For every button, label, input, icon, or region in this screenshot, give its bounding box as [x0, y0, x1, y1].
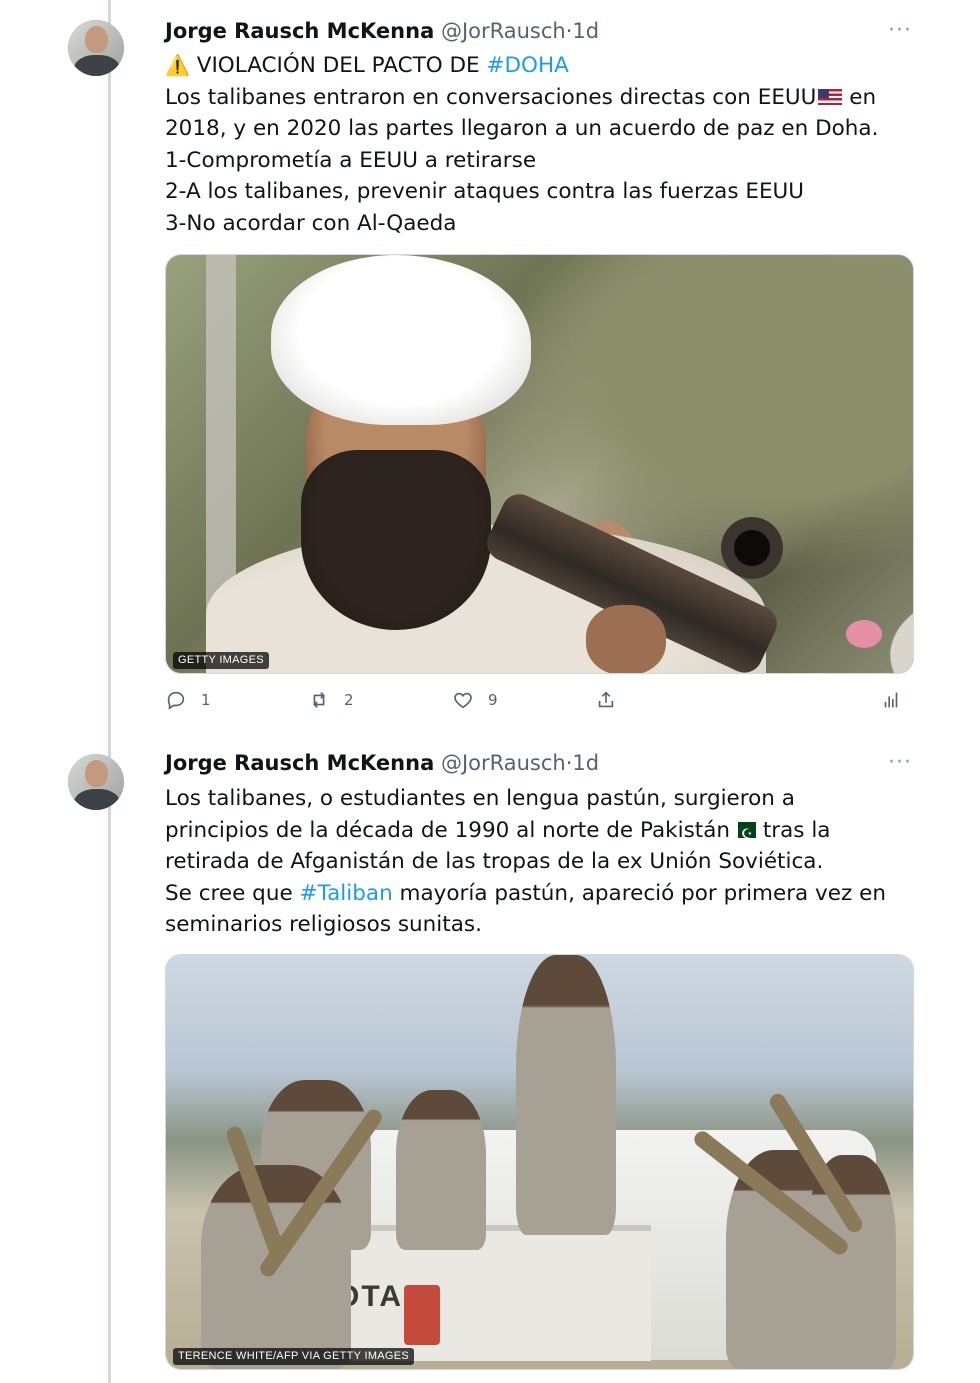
author-handle[interactable]: @JorRausch [441, 19, 566, 43]
text-line: retirada de Afganistán de las tropas de … [165, 849, 824, 874]
tweet-header: Jorge Rausch McKenna @JorRausch·1d [165, 750, 599, 776]
retweet-icon [313, 692, 325, 708]
tweet-2[interactable]: Jorge Rausch McKenna @JorRausch·1d ··· L… [0, 730, 980, 1383]
timestamp[interactable]: 1d [572, 19, 599, 43]
avatar[interactable] [68, 20, 124, 76]
text-line: Los talibanes, o estudiantes en lengua p… [165, 786, 795, 811]
pakistan-flag-icon [732, 819, 757, 850]
photo-credit: GETTY IMAGES [173, 652, 269, 669]
hashtag-link[interactable]: #Taliban [300, 881, 393, 906]
photo-fighter-with-rifle [166, 255, 913, 673]
author-handle[interactable]: @JorRausch [441, 751, 566, 775]
text-line: 1-Comprometía a EEUU a retirarse [165, 147, 537, 173]
tweet-photo[interactable]: OTA TERENCE WHITE/AFP VIA GETTY IMAGES [165, 954, 914, 1370]
text-line: 2-A los talibanes, prevenir ataques cont… [165, 179, 805, 204]
author-name[interactable]: Jorge Rausch McKenna [165, 19, 434, 43]
text-line: seminarios religiosos sunitas. [165, 912, 482, 937]
reply-count: 1 [201, 691, 211, 709]
like-button[interactable]: 9 [452, 685, 498, 715]
analytics-icon [884, 692, 898, 708]
tweet-actions: 1 2 9 [165, 685, 912, 715]
reply-icon [167, 691, 185, 710]
text-line: 3-No acordar con Al-Qaeda [165, 210, 457, 236]
headline-text: VIOLACIÓN DEL PACTO DE [196, 53, 487, 78]
reply-button[interactable]: 1 [165, 685, 211, 715]
tweet-1[interactable]: Jorge Rausch McKenna @JorRausch·1d ··· ⚠… [0, 0, 980, 730]
text-line: Los talibanes entraron en conversaciones… [165, 84, 817, 110]
text-line: principios de la década de 1990 al norte… [165, 817, 731, 843]
photo-fighters-on-truck: OTA [166, 955, 913, 1369]
tweet-text: Los talibanes, o estudiantes en lengua p… [165, 783, 925, 941]
heart-icon [454, 692, 472, 709]
warning-emoji: ⚠️ [165, 53, 190, 77]
tweet-photo[interactable]: GETTY IMAGES [165, 254, 914, 674]
text-line: Se cree que [165, 880, 300, 906]
text-line: 2018, y en 2020 las partes llegaron a un… [165, 116, 879, 141]
timestamp[interactable]: 1d [572, 751, 599, 775]
more-icon[interactable]: ··· [886, 752, 914, 778]
share-icon [598, 691, 614, 708]
text-line: tras la [756, 817, 831, 843]
analytics-button[interactable] [880, 685, 902, 715]
like-count: 9 [488, 691, 498, 709]
share-button[interactable] [595, 685, 617, 715]
retweet-count: 2 [344, 691, 354, 709]
text-line: mayoría pastún, apareció por primera vez… [392, 880, 886, 906]
author-name[interactable]: Jorge Rausch McKenna [165, 751, 434, 775]
text-line: en [842, 84, 877, 110]
more-icon[interactable]: ··· [886, 20, 914, 46]
retweet-button[interactable]: 2 [308, 685, 354, 715]
avatar[interactable] [68, 754, 124, 810]
photo-credit: TERENCE WHITE/AFP VIA GETTY IMAGES [173, 1348, 415, 1365]
tweet-text: ⚠️ VIOLACIÓN DEL PACTO DE #DOHA Los tali… [165, 50, 925, 239]
hashtag-link[interactable]: #DOHA [486, 53, 568, 78]
tweet-header: Jorge Rausch McKenna @JorRausch·1d [165, 18, 599, 44]
us-flag-icon [818, 88, 843, 105]
